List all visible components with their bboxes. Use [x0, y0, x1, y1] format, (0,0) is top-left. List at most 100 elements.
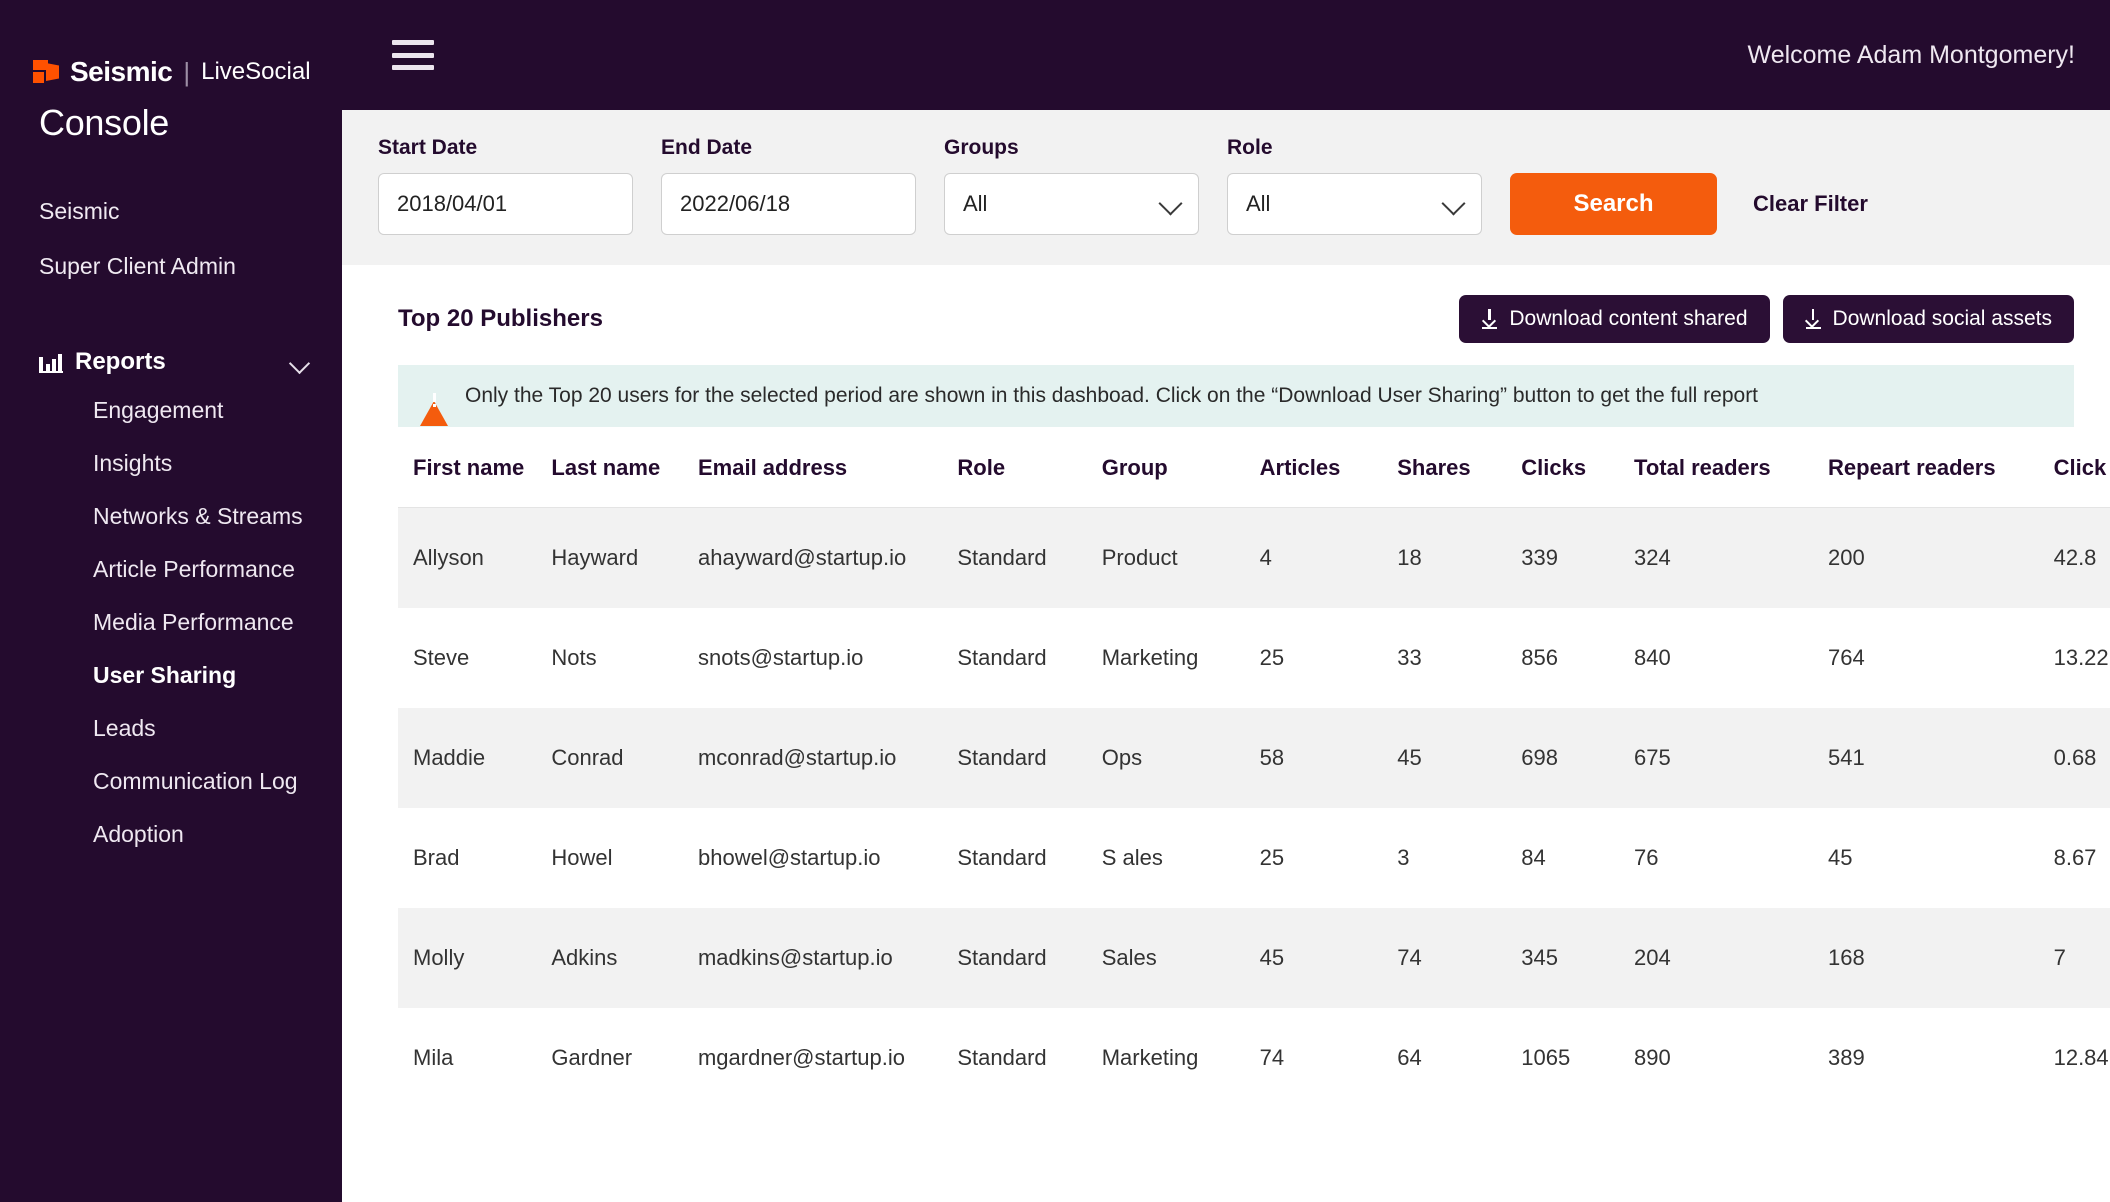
cell-email: mgardner@startup.io [697, 1044, 905, 1070]
sidebar-item-article-performance[interactable]: Article Performance [0, 543, 342, 596]
column-header-role[interactable]: Role [957, 455, 1102, 508]
cell-last-name: Hayward [551, 544, 639, 570]
table-row[interactable]: Steve Nots snots@startup.io Standard Mar… [398, 607, 2110, 708]
cell-click-to-article-ratio: 42.8 [2053, 544, 2097, 570]
cell-clicks: 339 [1521, 544, 1558, 570]
download-button-group: Download content shared Download social … [1459, 295, 2074, 343]
cell-first-name: Molly [413, 944, 465, 970]
column-header-last-name[interactable]: Last name [551, 455, 698, 508]
cell-total-readers: 324 [1634, 544, 1671, 570]
sidebar: Seismic | LiveSocial Console Seismic Sup… [0, 0, 342, 1202]
cell-group: Marketing [1101, 1044, 1199, 1070]
column-header-email-address[interactable]: Email address [697, 455, 958, 508]
sidebar-item-super-client-admin[interactable]: Super Client Admin [0, 239, 342, 294]
cell-email: bhowel@startup.io [697, 844, 881, 870]
cell-last-name: Howel [551, 844, 613, 870]
column-header-click-to-article-ratio[interactable]: Click to article ratio [2053, 455, 2110, 508]
cell-articles: 58 [1259, 744, 1285, 770]
cell-click-to-article-ratio: 0.68 [2053, 744, 2097, 770]
cell-email: ahayward@startup.io [697, 544, 907, 570]
sidebar-item-communication-log[interactable]: Communication Log [0, 755, 342, 808]
table-row[interactable]: Brad Howel bhowel@startup.io Standard S … [398, 807, 2110, 908]
search-button[interactable]: Search [1510, 173, 1717, 235]
info-banner: Only the Top 20 users for the selected p… [398, 365, 2074, 427]
cell-clicks: 1065 [1521, 1044, 1571, 1070]
brand-name: Seismic [70, 56, 173, 87]
cell-articles: 4 [1259, 544, 1272, 570]
groups-label: Groups [944, 136, 1019, 159]
hamburger-icon[interactable] [392, 40, 434, 70]
download-icon [1481, 309, 1498, 329]
welcome-message: Welcome Adam Montgomery! [1747, 40, 2075, 69]
sidebar-item-insights[interactable]: Insights [0, 437, 342, 490]
groups-field: Groups All [944, 136, 1199, 235]
cell-first-name: Steve [413, 644, 470, 670]
warning-icon [420, 383, 448, 426]
table-body: Allyson Hayward ahayward@startup.io Stan… [398, 507, 2110, 1108]
cell-role: Standard [957, 1044, 1047, 1070]
cell-repeart-readers: 168 [1828, 944, 1865, 970]
cell-shares: 3 [1397, 844, 1410, 870]
cell-role: Standard [957, 844, 1047, 870]
cell-articles: 45 [1259, 944, 1285, 970]
cell-clicks: 345 [1521, 944, 1558, 970]
cell-last-name: Adkins [551, 944, 618, 970]
brand-logo[interactable]: Seismic | LiveSocial [0, 30, 342, 88]
cell-repeart-readers: 45 [1828, 844, 1853, 870]
content-area: Start Date End Date Groups All Role [342, 110, 2110, 1202]
sidebar-sub-nav: Engagement Insights Networks & Streams A… [0, 384, 342, 861]
sidebar-item-networks-streams[interactable]: Networks & Streams [0, 490, 342, 543]
cell-articles: 25 [1259, 844, 1285, 870]
sidebar-item-seismic[interactable]: Seismic [0, 184, 342, 239]
download-content-shared-button[interactable]: Download content shared [1459, 295, 1770, 343]
cell-shares: 74 [1397, 944, 1422, 970]
top-bar: Welcome Adam Montgomery! [342, 0, 2110, 110]
column-header-group[interactable]: Group [1101, 455, 1260, 508]
start-date-label: Start Date [378, 136, 478, 159]
clear-filter-link[interactable]: Clear Filter [1753, 191, 1868, 217]
start-date-input[interactable] [378, 173, 633, 235]
download-social-assets-button[interactable]: Download social assets [1782, 295, 2074, 343]
sidebar-section-reports[interactable]: Reports [0, 340, 342, 384]
sidebar-item-user-sharing[interactable]: User Sharing [0, 649, 342, 702]
table-row[interactable]: Allyson Hayward ahayward@startup.io Stan… [398, 507, 2110, 608]
sidebar-item-leads[interactable]: Leads [0, 702, 342, 755]
page-title: Console [39, 102, 169, 143]
cell-articles: 25 [1259, 644, 1285, 670]
app-root: Seismic | LiveSocial Console Seismic Sup… [0, 0, 2110, 1202]
cell-click-to-article-ratio: 13.22 [2053, 644, 2109, 670]
cell-articles: 74 [1259, 1044, 1285, 1070]
column-header-clicks[interactable]: Clicks [1521, 455, 1635, 508]
column-header-first-name[interactable]: First name [398, 455, 552, 508]
sidebar-item-adoption[interactable]: Adoption [0, 808, 342, 861]
cell-clicks: 856 [1521, 644, 1558, 670]
cell-repeart-readers: 764 [1828, 644, 1865, 670]
column-header-articles[interactable]: Articles [1259, 455, 1398, 508]
table-row[interactable]: Molly Adkins madkins@startup.io Standard… [398, 907, 2110, 1008]
column-header-repeart-readers[interactable]: Repeart readers [1828, 455, 2054, 508]
cell-email: madkins@startup.io [697, 944, 893, 970]
cell-email: snots@startup.io [697, 644, 864, 670]
end-date-input[interactable] [661, 173, 916, 235]
cell-role: Standard [957, 744, 1047, 770]
start-date-field: Start Date [378, 136, 633, 235]
table-row[interactable]: Maddie Conrad mconrad@startup.io Standar… [398, 707, 2110, 808]
sidebar-item-media-performance[interactable]: Media Performance [0, 596, 342, 649]
cell-total-readers: 890 [1634, 1044, 1671, 1070]
role-select-wrap: All [1227, 173, 1482, 235]
chevron-down-icon[interactable] [290, 356, 312, 368]
panel-header: Top 20 Publishers Download content share… [342, 265, 2110, 365]
cell-first-name: Maddie [413, 744, 486, 770]
end-date-field: End Date [661, 136, 916, 235]
filter-bar: Start Date End Date Groups All Role [342, 110, 2110, 265]
info-banner-text: Only the Top 20 users for the selected p… [465, 384, 1759, 407]
cell-group: Ops [1101, 744, 1143, 770]
cell-shares: 45 [1397, 744, 1422, 770]
sidebar-item-engagement[interactable]: Engagement [0, 384, 342, 437]
bar-chart-icon [39, 351, 63, 373]
download-content-shared-label: Download content shared [1509, 307, 1748, 330]
column-header-shares[interactable]: Shares [1397, 455, 1522, 508]
table-row[interactable]: Mila Gardner mgardner@startup.io Standar… [398, 1007, 2110, 1108]
cell-group: Marketing [1101, 644, 1199, 670]
column-header-total-readers[interactable]: Total readers [1634, 455, 1829, 508]
